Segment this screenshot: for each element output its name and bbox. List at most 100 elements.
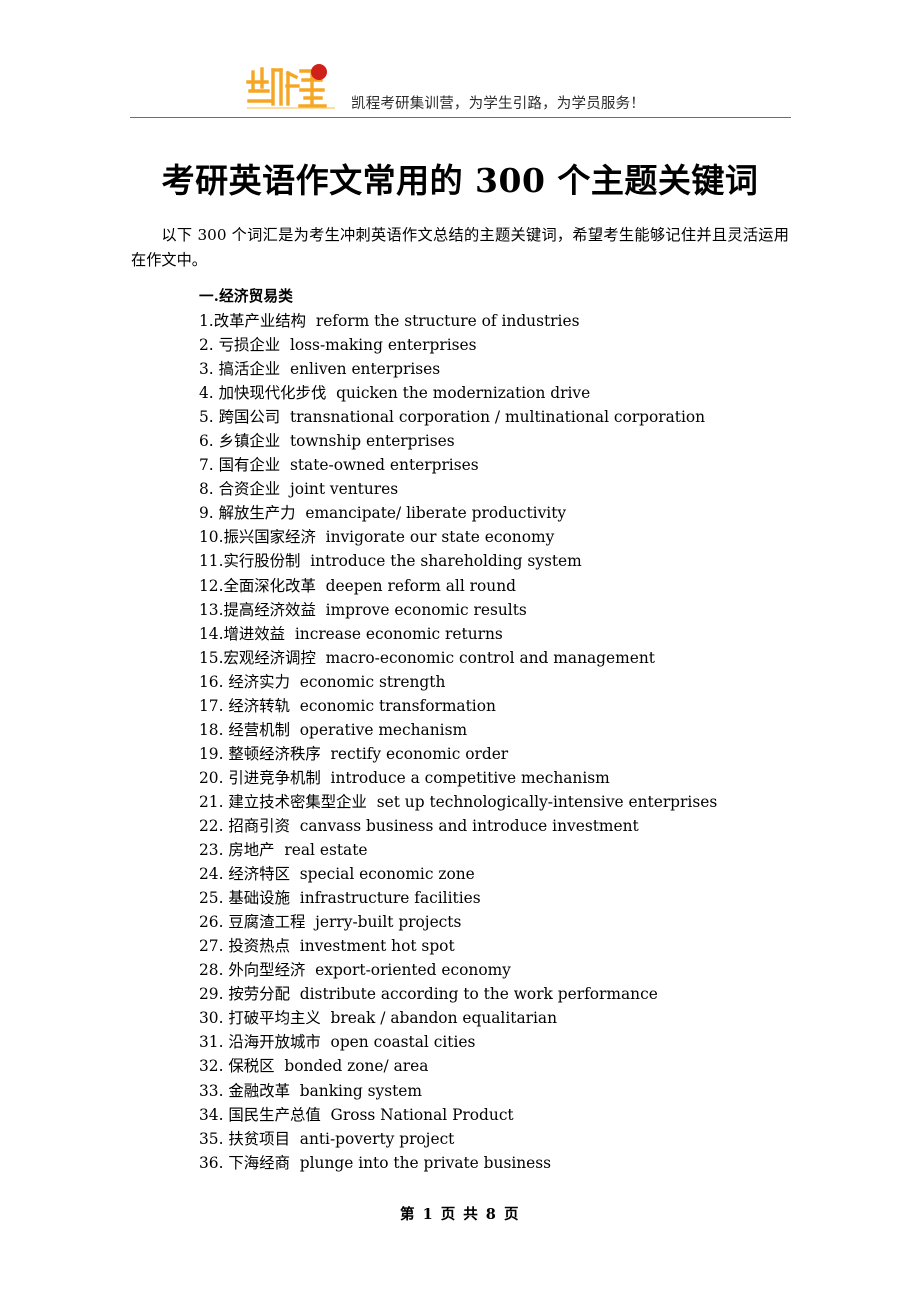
entry-chinese-term: 跨国公司 [218,408,281,427]
entry-chinese-term: 基础设施 [228,889,290,908]
entry-number: 27. [199,937,224,956]
entry-number: 26. [199,913,224,932]
keyword-entry: 2. 亏损企业 loss-making enterprises [199,333,799,357]
entry-english-term: set up technologically-intensive enterpr… [376,792,718,811]
entry-number: 8. [199,480,214,499]
entry-chinese-term: 经营机制 [228,720,290,739]
keyword-entry: 35. 扶贫项目 anti-poverty project [199,1127,799,1151]
section-economic-trade: 一.经济贸易类 1.改革产业结构 reform the structure of… [199,285,799,1175]
keyword-entry: 18. 经营机制 operative mechanism [199,718,799,742]
entry-chinese-term: 保税区 [228,1057,275,1076]
entry-number: 32. [199,1057,224,1076]
entry-chinese-term: 增进效益 [223,624,286,643]
entry-number: 21. [199,792,224,811]
entry-chinese-term: 房地产 [228,841,275,860]
entry-english-term: open coastal cities [330,1033,476,1052]
entry-english-term: invigorate our state economy [325,528,555,547]
page-footer: 第 1 页 共 8 页 [400,1206,520,1223]
keyword-entry: 27. 投资热点 investment hot spot [199,934,799,958]
keyword-entry: 33. 金融改革 banking system [199,1079,799,1103]
entry-number: 13. [199,600,224,619]
entry-english-term: introduce the shareholding system [310,552,582,571]
keyword-entry: 16. 经济实力 economic strength [199,670,799,694]
keyword-entry: 11.实行股份制 introduce the shareholding syst… [199,549,799,573]
entry-number: 30. [199,1009,224,1028]
entry-english-term: loss-making enterprises [289,336,477,355]
keyword-entry: 5. 跨国公司 transnational corporation / mult… [199,405,799,429]
entry-chinese-term: 国民生产总值 [228,1105,321,1124]
entry-english-term: macro-economic control and management [325,648,655,667]
entry-number: 5. [199,408,214,427]
entry-number: 33. [199,1081,224,1100]
entry-number: 16. [199,672,224,691]
entry-number: 10. [199,528,224,547]
entry-chinese-term: 合资企业 [218,480,281,499]
keyword-entry: 22. 招商引资 canvass business and introduce … [199,814,799,838]
keyword-entry: 19. 整顿经济秩序 rectify economic order [199,742,799,766]
header-divider [130,117,791,118]
entry-chinese-term: 招商引资 [228,816,290,835]
keyword-entry: 30. 打破平均主义 break / abandon equalitarian [199,1006,799,1030]
keyword-entry: 15.宏观经济调控 macro-economic control and man… [199,646,799,670]
entry-number: 14. [199,624,224,643]
entry-chinese-term: 乡镇企业 [218,432,281,451]
entry-english-term: economic transformation [299,696,496,715]
keyword-entry: 17. 经济转轨 economic transformation [199,694,799,718]
keyword-entry: 1.改革产业结构 reform the structure of industr… [199,309,799,333]
entry-chinese-term: 全面深化改革 [223,576,316,595]
entry-chinese-term: 沿海开放城市 [228,1033,321,1052]
intro-paragraph: 以下 300 个词汇是为考生冲刺英语作文总结的主题关键词，希望考生能够记住并且灵… [131,226,789,270]
entry-number: 9. [199,504,214,523]
entry-chinese-term: 金融改革 [228,1081,290,1100]
entry-number: 23. [199,841,224,860]
entry-english-term: infrastructure facilities [299,889,481,908]
entry-number: 18. [199,720,224,739]
entry-number: 36. [199,1153,224,1172]
entry-english-term: introduce a competitive mechanism [330,768,610,787]
keyword-entry: 26. 豆腐渣工程 jerry-built projects [199,910,799,934]
entry-english-term: increase economic returns [294,624,503,643]
entry-chinese-term: 整顿经济秩序 [228,744,321,763]
entry-english-term: canvass business and introduce investmen… [299,816,639,835]
keyword-entry-list: 1.改革产业结构 reform the structure of industr… [199,309,799,1175]
keyword-entry: 29. 按劳分配 distribute according to the wor… [199,982,799,1006]
page-title: 考研英语作文常用的 300 个主题关键词 [161,161,759,201]
entry-english-term: state-owned enterprises [289,456,479,475]
entry-english-term: anti-poverty project [299,1129,455,1148]
entry-chinese-term: 提高经济效益 [223,600,316,619]
entry-number: 12. [199,576,224,595]
entry-chinese-term: 经济实力 [228,672,290,691]
entry-english-term: township enterprises [289,432,455,451]
entry-number: 35. [199,1129,224,1148]
entry-english-term: distribute according to the work perform… [299,985,658,1004]
entry-english-term: special economic zone [299,865,475,884]
entry-chinese-term: 宏观经济调控 [223,648,316,667]
entry-number: 22. [199,816,224,835]
entry-english-term: operative mechanism [299,720,468,739]
entry-chinese-term: 搞活企业 [218,360,281,379]
entry-english-term: enliven enterprises [289,360,441,379]
entry-number: 25. [199,889,224,908]
entry-english-term: improve economic results [325,600,527,619]
keyword-entry: 6. 乡镇企业 township enterprises [199,429,799,453]
entry-number: 15. [199,648,224,667]
entry-english-term: jerry-built projects [315,913,462,932]
entry-english-term: quicken the modernization drive [336,384,591,403]
entry-english-term: banking system [299,1081,422,1100]
keyword-entry: 31. 沿海开放城市 open coastal cities [199,1030,799,1054]
entry-english-term: break / abandon equalitarian [330,1009,557,1028]
keyword-entry: 10.振兴国家经济 invigorate our state economy [199,525,799,549]
entry-number: 28. [199,961,224,980]
entry-chinese-term: 加快现代化步伐 [218,384,327,403]
entry-chinese-term: 建立技术密集型企业 [228,792,367,811]
entry-number: 1. [199,312,214,330]
keyword-entry: 13.提高经济效益 improve economic results [199,598,799,622]
keyword-entry: 23. 房地产 real estate [199,838,799,862]
keyword-entry: 4. 加快现代化步伐 quicken the modernization dri… [199,381,799,405]
entry-english-term: real estate [284,841,368,860]
entry-chinese-term: 按劳分配 [228,985,290,1004]
keyword-entry: 36. 下海经商 plunge into the private busines… [199,1151,799,1175]
entry-chinese-term: 引进竞争机制 [228,768,321,787]
entry-chinese-term: 投资热点 [228,937,290,956]
entry-number: 29. [199,985,224,1004]
